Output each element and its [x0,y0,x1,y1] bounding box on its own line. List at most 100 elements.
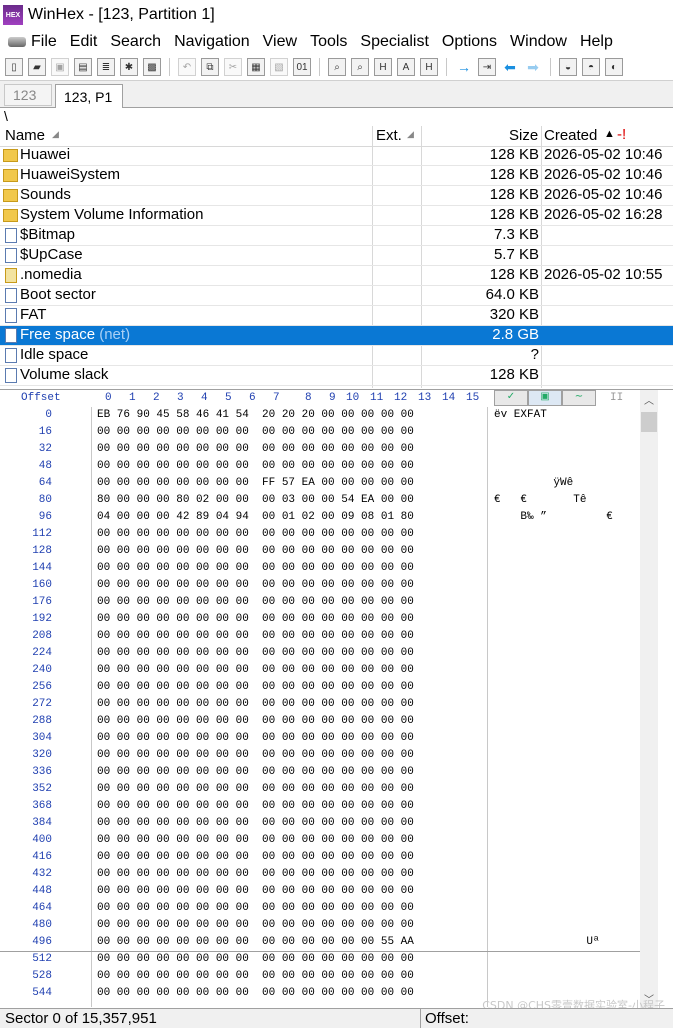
hex-row[interactable]: 208 00 00 00 00 00 00 00 00 00 00 00 00 0… [0,628,640,645]
file-row[interactable]: $Bitmap 7.3 KB [0,226,673,246]
properties-icon[interactable]: ≣ [97,58,115,76]
print-icon[interactable]: ▤ [74,58,92,76]
hex-search-icon[interactable]: H [420,58,438,76]
menu-window[interactable]: Window [510,33,567,51]
hex-row[interactable]: 256 00 00 00 00 00 00 00 00 00 00 00 00 0… [0,679,640,696]
tab-123-p1[interactable]: 123, P1 [55,84,123,108]
hex-row[interactable]: 480 00 00 00 00 00 00 00 00 00 00 00 00 0… [0,917,640,934]
hex-bytes[interactable]: 00 00 00 00 00 00 00 00 00 00 00 00 00 0… [97,902,414,914]
hex-bytes[interactable]: 00 00 00 00 00 00 00 00 00 00 00 00 00 0… [97,647,414,659]
find-text-icon[interactable]: ⌕ [328,58,346,76]
hex-row[interactable]: 448 00 00 00 00 00 00 00 00 00 00 00 00 0… [0,883,640,900]
hex-bytes[interactable]: 00 00 00 00 00 00 00 00 00 00 00 00 00 0… [97,664,414,676]
replace-text-icon[interactable]: A [397,58,415,76]
scrollbar-thumb[interactable] [641,412,657,432]
column-ext[interactable]: Ext. [376,127,402,144]
hex-row[interactable]: 48 00 00 00 00 00 00 00 00 00 00 00 00 00… [0,458,640,475]
hex-bytes[interactable]: 00 00 00 00 00 00 00 00 00 00 00 00 00 0… [97,562,414,574]
menu-edit[interactable]: Edit [70,33,98,51]
hex-row[interactable]: 80 80 00 00 00 80 02 00 00 00 03 00 00 54… [0,492,640,509]
hex-row[interactable]: 288 00 00 00 00 00 00 00 00 00 00 00 00 0… [0,713,640,730]
hex-bytes[interactable]: 00 00 00 00 00 00 00 00 00 00 00 00 00 0… [97,868,414,880]
file-row[interactable]: FAT 320 KB [0,306,673,326]
hex-bytes[interactable]: EB 76 90 45 58 46 41 54 20 20 20 00 00 0… [97,409,414,421]
hex-bytes[interactable]: 04 00 00 00 42 89 04 94 00 01 02 00 09 0… [97,511,414,523]
replace-hex-icon[interactable]: H [374,58,392,76]
hex-row[interactable]: 64 00 00 00 00 00 00 00 00 FF 57 EA 00 00… [0,475,640,492]
hex-row[interactable]: 160 00 00 00 00 00 00 00 00 00 00 00 00 0… [0,577,640,594]
menu-view[interactable]: View [263,33,297,51]
hex-row[interactable]: 32 00 00 00 00 00 00 00 00 00 00 00 00 00… [0,441,640,458]
paste-icon[interactable]: ▦ [247,58,265,76]
file-row[interactable]: $UpCase 5.7 KB [0,246,673,266]
menu-tools[interactable]: Tools [310,33,347,51]
hex-bytes[interactable]: 00 00 00 00 00 00 00 00 00 00 00 00 00 0… [97,749,414,761]
hex-row[interactable]: 368 00 00 00 00 00 00 00 00 00 00 00 00 0… [0,798,640,815]
menu-help[interactable]: Help [580,33,613,51]
hex-bytes[interactable]: 00 00 00 00 00 00 00 00 00 00 00 00 00 0… [97,970,414,982]
hex-bytes[interactable]: 00 00 00 00 00 00 00 00 00 00 00 00 00 0… [97,715,414,727]
hex-row[interactable]: 512 00 00 00 00 00 00 00 00 00 00 00 00 0… [0,951,640,968]
disk-clone-icon[interactable]: ◓ [582,58,600,76]
file-row[interactable]: Volume slack 128 KB [0,366,673,386]
back-arrow-icon[interactable]: ⬅ [501,58,519,76]
file-row[interactable]: Idle space ? [0,346,673,366]
hex-row[interactable]: 320 00 00 00 00 00 00 00 00 00 00 00 00 0… [0,747,640,764]
settings-icon[interactable]: ✱ [120,58,138,76]
hex-bytes[interactable]: 00 00 00 00 00 00 00 00 00 00 00 00 00 0… [97,732,414,744]
hex-bytes[interactable]: 00 00 00 00 00 00 00 00 00 00 00 00 00 0… [97,766,414,778]
vertical-scrollbar[interactable]: ︿ ﹀ [640,390,658,1009]
hex-row[interactable]: 16 00 00 00 00 00 00 00 00 00 00 00 00 00… [0,424,640,441]
hex-bytes[interactable]: 00 00 00 00 00 00 00 00 00 00 00 00 00 0… [97,817,414,829]
hex-bytes[interactable]: 00 00 00 00 00 00 00 00 00 00 00 00 00 0… [97,885,414,897]
hex-bytes[interactable]: 00 00 00 00 00 00 00 00 00 00 00 00 00 0… [97,528,414,540]
hex-bytes[interactable]: 00 00 00 00 00 00 00 00 00 00 00 00 00 0… [97,953,414,965]
hex-row[interactable]: 224 00 00 00 00 00 00 00 00 00 00 00 00 0… [0,645,640,662]
hex-row[interactable]: 336 00 00 00 00 00 00 00 00 00 00 00 00 0… [0,764,640,781]
hex-row[interactable]: 144 00 00 00 00 00 00 00 00 00 00 00 00 0… [0,560,640,577]
open-disk-icon[interactable]: ◒ [559,58,577,76]
hex-bytes[interactable]: 00 00 00 00 00 00 00 00 00 00 00 00 00 0… [97,936,414,948]
hex-row[interactable]: 464 00 00 00 00 00 00 00 00 00 00 00 00 0… [0,900,640,917]
file-row[interactable]: HuaweiSystem 128 KB 2026-05-02 10:46 [0,166,673,186]
menu-navigation[interactable]: Navigation [174,33,250,51]
hex-row[interactable]: 304 00 00 00 00 00 00 00 00 00 00 00 00 0… [0,730,640,747]
hex-bytes[interactable]: 00 00 00 00 00 00 00 00 00 00 00 00 00 0… [97,596,414,608]
hex-row[interactable]: 400 00 00 00 00 00 00 00 00 00 00 00 00 0… [0,832,640,849]
goto-sector-icon[interactable]: ⇥ [478,58,496,76]
column-created[interactable]: Created [544,127,597,144]
hex-row[interactable]: 240 00 00 00 00 00 00 00 00 00 00 00 00 0… [0,662,640,679]
find-hex-icon[interactable]: ⌕ [351,58,369,76]
hex-row[interactable]: 96 04 00 00 00 42 89 04 94 00 01 02 00 09… [0,509,640,526]
hex-bytes[interactable]: 00 00 00 00 00 00 00 00 00 00 00 00 00 0… [97,800,414,812]
hex-bytes[interactable]: 00 00 00 00 00 00 00 00 00 00 00 00 00 0… [97,613,414,625]
hex-row[interactable]: 0 EB 76 90 45 58 46 41 54 20 20 20 00 00 … [0,407,640,424]
cut-icon[interactable]: ✂ [224,58,242,76]
hex-row[interactable]: 112 00 00 00 00 00 00 00 00 00 00 00 00 0… [0,526,640,543]
copy-icon[interactable]: ⧉ [201,58,219,76]
hex-bytes[interactable]: 00 00 00 00 00 00 00 00 00 00 00 00 00 0… [97,834,414,846]
checkmark-icon[interactable]: ✓ [494,390,528,406]
hex-ascii[interactable]: ëv EXFAT [494,409,547,421]
hex-ascii[interactable]: B‰ ” € [494,511,612,523]
scroll-up-arrow-icon[interactable]: ︿ [640,392,658,408]
hex-editor[interactable]: Offset 0 1 2 3 4 5 6 7 8 9 10 11 12 13 1… [0,389,673,1009]
hex-bytes[interactable]: 00 00 00 00 00 00 00 00 00 00 00 00 00 0… [97,783,414,795]
hex-bytes[interactable]: 00 00 00 00 00 00 00 00 00 00 00 00 00 0… [97,443,414,455]
hex-row[interactable]: 128 00 00 00 00 00 00 00 00 00 00 00 00 0… [0,543,640,560]
hex-bytes[interactable]: 00 00 00 00 00 00 00 00 00 00 00 00 00 0… [97,630,414,642]
hex-row[interactable]: 384 00 00 00 00 00 00 00 00 00 00 00 00 0… [0,815,640,832]
file-row[interactable]: Sounds 128 KB 2026-05-02 10:46 [0,186,673,206]
hex-bytes[interactable]: 00 00 00 00 00 00 00 00 00 00 00 00 00 0… [97,919,414,931]
file-row[interactable]: System Volume Information 128 KB 2026-05… [0,206,673,226]
menu-specialist[interactable]: Specialist [360,33,428,51]
hex-bytes[interactable]: 00 00 00 00 00 00 00 00 00 00 00 00 00 0… [97,545,414,557]
open-image-icon[interactable]: ▩ [143,58,161,76]
column-size[interactable]: Size [509,127,538,144]
hex-bytes[interactable]: 00 00 00 00 00 00 00 00 FF 57 EA 00 00 0… [97,477,414,489]
hex-bytes[interactable]: 80 00 00 00 80 02 00 00 00 03 00 00 54 E… [97,494,414,506]
column-name[interactable]: Name [5,127,45,144]
hex-bytes[interactable]: 00 00 00 00 00 00 00 00 00 00 00 00 00 0… [97,681,414,693]
wave-icon[interactable]: ∼ [562,390,596,406]
hex-bytes[interactable]: 00 00 00 00 00 00 00 00 00 00 00 00 00 0… [97,698,414,710]
